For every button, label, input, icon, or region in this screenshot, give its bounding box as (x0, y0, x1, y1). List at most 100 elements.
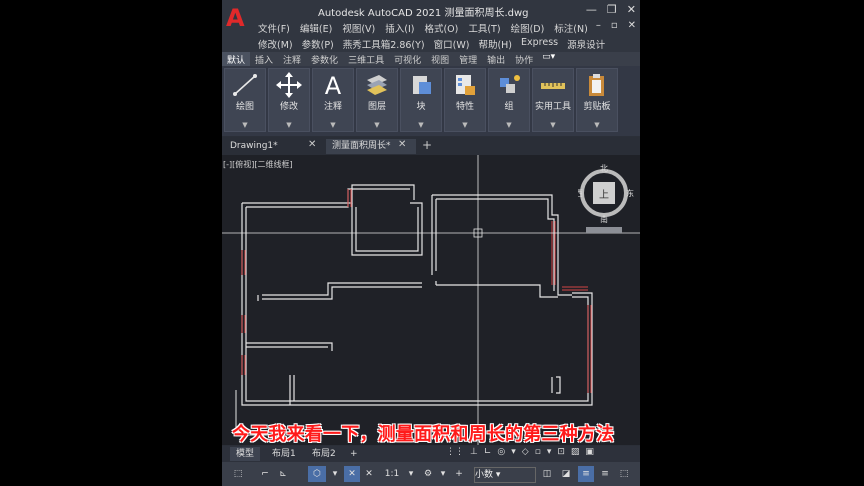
grid-mode-icon[interactable]: ⋮⋮ (446, 447, 464, 457)
menu-yuanquan[interactable]: 源泉设计 (567, 37, 605, 51)
menu-restore-icon[interactable]: ▫ (611, 20, 618, 31)
chevron-down-icon[interactable]: ▼ (577, 121, 617, 129)
menu-help[interactable]: 帮助(H) (478, 37, 512, 51)
customization-icon[interactable]: ≡ (598, 466, 612, 482)
doc-tab-drawing1[interactable]: Drawing1* (224, 139, 314, 154)
tab-annotate[interactable]: 注释 (278, 52, 306, 66)
menu-express[interactable]: Express (521, 37, 558, 51)
clean-screen-icon[interactable]: ≡ (578, 466, 594, 482)
new-tab-icon[interactable]: + (422, 138, 432, 152)
ribbon-options-icon[interactable]: ▭▾ (538, 52, 559, 66)
snap-tracking-icon[interactable]: ▾ (547, 447, 552, 457)
object-snap-icon[interactable]: ▫ (535, 447, 541, 457)
snap-icon[interactable]: ⊥ (470, 447, 478, 457)
autocad-logo[interactable]: A (226, 4, 248, 32)
viewcube[interactable]: 上 北 南 东 西 (578, 163, 634, 233)
chevron-down-icon[interactable]: ▾ (406, 466, 416, 482)
viewcube-top[interactable]: 上 (599, 189, 609, 201)
tab-layout2[interactable]: 布局2 (306, 447, 342, 461)
close-icon[interactable]: ✕ (308, 139, 316, 150)
selection-cycling-icon[interactable]: ▣ (585, 447, 594, 457)
tab-3d-tools[interactable]: 三维工具 (343, 52, 389, 66)
tab-visualize[interactable]: 可视化 (389, 52, 426, 66)
annotation-scale[interactable]: 1:1 (380, 466, 404, 482)
panel-layers[interactable]: 图层 ▼ (356, 68, 398, 132)
panel-group[interactable]: 组 ▼ (488, 68, 530, 132)
tab-model[interactable]: 模型 (230, 447, 261, 461)
annotation-icon[interactable]: ⌐ (258, 466, 272, 482)
restore-icon[interactable]: ❐ (607, 3, 617, 16)
add-scale-icon[interactable]: + (452, 466, 466, 482)
chevron-down-icon[interactable]: ▼ (225, 121, 265, 129)
tab-layout1[interactable]: 布局1 (266, 447, 302, 461)
menu-tools[interactable]: 工具(T) (468, 21, 500, 35)
workspace-gear-icon[interactable]: ⚙ (420, 466, 436, 482)
menu-view[interactable]: 视图(V) (342, 21, 375, 35)
tab-manage[interactable]: 管理 (454, 52, 482, 66)
panel-draw[interactable]: 绘图 ▼ (224, 68, 266, 132)
menu-file[interactable]: 文件(F) (258, 21, 290, 35)
ribbon: 绘图 ▼ 修改 ▼ A 注释 ▼ 图层 ▼ 块 ▼ 特性 ▼ 组 ▼ 实用工具 … (222, 66, 640, 136)
fullscreen-icon[interactable]: ⬚ (616, 466, 632, 482)
tab-default[interactable]: 默认 (222, 52, 251, 66)
isodraft-icon[interactable]: ◇ (522, 447, 529, 457)
panel-clipboard[interactable]: 剪贴板 ▼ (576, 68, 618, 132)
polar-icon[interactable]: ◎ (497, 447, 505, 457)
lineweight-icon[interactable]: ⊡ (557, 447, 565, 457)
menu-draw[interactable]: 绘图(D) (511, 21, 545, 35)
ortho-icon[interactable]: ∟ (484, 447, 492, 457)
viewcube-south[interactable]: 南 (600, 214, 608, 224)
menu-window[interactable]: 窗口(W) (434, 37, 470, 51)
tab-view[interactable]: 视图 (426, 52, 454, 66)
chevron-down-icon[interactable]: ▼ (445, 121, 485, 129)
chevron-down-icon[interactable]: ▼ (533, 121, 573, 129)
dynamic-ucs-icon[interactable]: ⊾ (276, 466, 290, 482)
chevron-down-icon[interactable]: ▾ (438, 466, 448, 482)
drawing-area[interactable]: [-][俯视][二维线框] 上 北 南 东 西 (222, 155, 640, 445)
quick-properties-icon[interactable]: ◫ (540, 466, 554, 482)
minimize-icon[interactable]: — (586, 3, 597, 16)
dropdown-icon[interactable]: ▾ (511, 447, 516, 457)
menu-insert[interactable]: 插入(I) (385, 21, 414, 35)
menu-modify[interactable]: 修改(M) (258, 37, 293, 51)
panel-annotate[interactable]: A 注释 ▼ (312, 68, 354, 132)
transparency-icon[interactable]: ▨ (571, 447, 580, 457)
menu-parametric[interactable]: 参数(P) (302, 37, 334, 51)
selection-filter-icon[interactable]: ⬚ (230, 466, 246, 482)
menu-close-icon[interactable]: ✕ (628, 20, 636, 31)
ribbon-tabs: 默认 插入 注释 参数化 三维工具 可视化 视图 管理 输出 协作 ▭▾ (222, 52, 640, 66)
panel-properties[interactable]: 特性 ▼ (444, 68, 486, 132)
chevron-down-icon[interactable]: ▼ (313, 121, 353, 129)
annotation-visibility-icon[interactable]: ✕ (344, 466, 360, 482)
menu-edit[interactable]: 编辑(E) (300, 21, 332, 35)
panel-modify[interactable]: 修改 ▼ (268, 68, 310, 132)
dynamic-input-icon[interactable]: ⬡ (308, 466, 326, 482)
menu-minimize-icon[interactable]: – (596, 20, 601, 31)
menu-yanxiu-toolbox[interactable]: 燕秀工具箱2.86(Y) (343, 37, 425, 51)
panel-utilities[interactable]: 实用工具 ▼ (532, 68, 574, 132)
auto-scale-icon[interactable]: ✕ (362, 466, 376, 482)
panel-block[interactable]: 块 ▼ (400, 68, 442, 132)
chevron-down-icon[interactable]: ▼ (357, 121, 397, 129)
isolate-icon[interactable]: ◪ (558, 466, 574, 482)
viewcube-west[interactable]: 西 (578, 189, 583, 198)
tab-insert[interactable]: 插入 (250, 52, 278, 66)
close-icon[interactable]: ✕ (398, 139, 406, 150)
panel-annotate-label: 注释 (323, 102, 342, 112)
panel-draw-label: 绘图 (235, 102, 254, 112)
menu-format[interactable]: 格式(O) (424, 21, 458, 35)
chevron-down-icon[interactable]: ▼ (489, 121, 529, 129)
tab-output[interactable]: 输出 (482, 52, 510, 66)
viewcube-north[interactable]: 北 (600, 164, 608, 173)
tab-parametric[interactable]: 参数化 (306, 52, 343, 66)
units-dropdown[interactable]: 小数 ▾ (474, 467, 536, 483)
tab-collaborate[interactable]: 协作 (510, 52, 538, 66)
menu-dimension[interactable]: 标注(N) (554, 21, 588, 35)
close-icon[interactable]: ✕ (627, 3, 636, 16)
add-layout-icon[interactable]: + (344, 447, 364, 461)
viewcube-east[interactable]: 东 (626, 188, 634, 198)
chevron-down-icon[interactable]: ▼ (269, 121, 309, 129)
chevron-down-icon[interactable]: ▼ (401, 121, 441, 129)
autocad-window: A Autodesk AutoCAD 2021 测量面积周长.dwg — ❐ ✕… (222, 0, 640, 486)
chevron-down-icon[interactable]: ▾ (330, 466, 340, 482)
